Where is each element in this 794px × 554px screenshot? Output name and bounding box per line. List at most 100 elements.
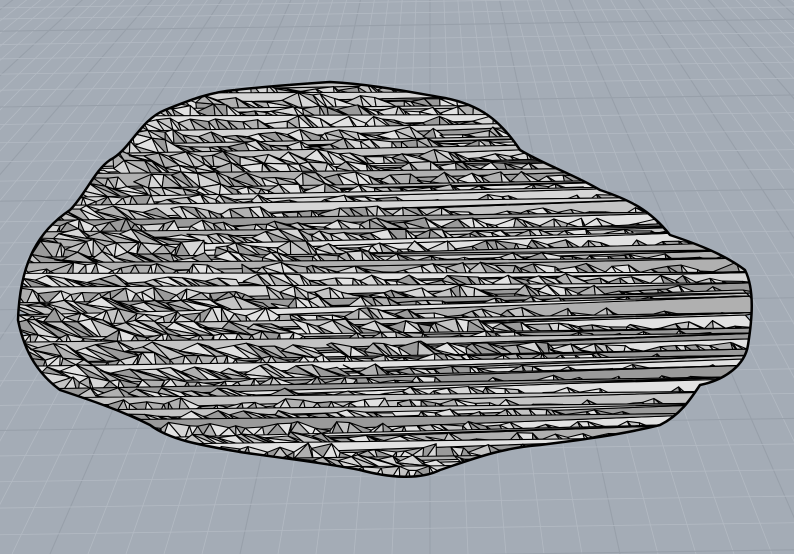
mesh-face (52, 152, 66, 163)
mesh-face (346, 472, 366, 477)
mesh-face (23, 222, 37, 239)
mesh-face (22, 177, 35, 192)
perspective-viewport[interactable] (0, 0, 794, 554)
mesh-face (18, 469, 26, 477)
mesh-face (585, 146, 601, 160)
mesh-face (141, 83, 167, 103)
mesh-face (224, 460, 260, 469)
mesh-face (252, 467, 260, 477)
mesh-face (112, 449, 130, 463)
mesh-face (642, 150, 659, 168)
mesh-face (644, 190, 664, 203)
mesh-face (711, 123, 729, 136)
mesh-face (144, 96, 165, 109)
mesh-face (127, 436, 163, 452)
mesh-face (512, 82, 532, 95)
mesh-face (698, 210, 718, 227)
mesh-face (72, 110, 87, 117)
mesh-face (687, 403, 710, 419)
mesh-face (684, 467, 702, 477)
mesh-face (525, 132, 541, 140)
mesh-face (47, 199, 64, 210)
mesh-face (130, 450, 151, 465)
mesh-face (638, 185, 655, 203)
mesh-face (25, 447, 35, 465)
mesh-face (601, 88, 622, 100)
mesh-face (492, 454, 516, 468)
mesh-face (669, 97, 690, 110)
mesh-face (594, 137, 619, 156)
mesh-face (567, 467, 585, 477)
mesh-face (18, 85, 20, 102)
mesh-face (487, 82, 514, 83)
mesh-face (605, 118, 631, 130)
mesh-face (65, 436, 90, 448)
mesh-face (57, 447, 72, 457)
mesh-face (702, 143, 715, 155)
mesh-face (111, 82, 138, 92)
mesh-face (498, 467, 514, 477)
mesh-face (663, 206, 681, 227)
mesh-face (578, 449, 598, 465)
mesh-face (532, 450, 553, 465)
mesh-face (576, 167, 603, 180)
mesh-face (673, 197, 700, 213)
mesh-face (174, 444, 189, 456)
mesh-face (596, 161, 615, 177)
mesh-face (499, 466, 516, 477)
rock-mesh[interactable] (0, 0, 794, 554)
mesh-face (83, 466, 95, 477)
mesh-face (736, 441, 752, 454)
mesh-face (19, 137, 56, 154)
mesh-face (684, 98, 703, 110)
mesh-face (101, 455, 139, 467)
mesh-face (153, 86, 179, 103)
mesh-face (735, 117, 752, 133)
mesh-face (729, 227, 748, 248)
mesh-face (595, 473, 623, 477)
mesh-face (617, 154, 639, 165)
mesh-face (18, 132, 21, 147)
mesh-face (558, 150, 578, 171)
mesh-face (153, 84, 179, 97)
mesh-face (693, 82, 709, 95)
mesh-face (62, 447, 78, 463)
mesh-face (18, 357, 27, 367)
mesh-face (530, 458, 554, 474)
mesh-face (741, 234, 752, 251)
mesh-face (551, 456, 576, 471)
mesh-face (738, 166, 752, 179)
mesh-face (718, 106, 737, 120)
mesh-face (591, 155, 614, 163)
mesh-face (652, 174, 674, 194)
mesh-face (571, 461, 588, 471)
mesh-face (38, 127, 56, 141)
mesh-face (29, 84, 46, 97)
mesh-face (557, 122, 572, 134)
mesh-face (83, 466, 103, 477)
mesh-face (571, 93, 592, 107)
mesh-face (85, 114, 105, 133)
mesh-face (546, 452, 573, 463)
mesh-face (699, 129, 724, 145)
mesh-face (40, 415, 75, 431)
mesh-face (63, 161, 94, 179)
mesh-face (702, 82, 724, 90)
mesh-face (59, 137, 93, 153)
mesh-face (28, 105, 41, 118)
mesh-face (728, 106, 752, 120)
mesh-face (98, 86, 120, 94)
mesh-face (601, 450, 627, 461)
mesh-face (209, 456, 236, 469)
mesh-face (653, 194, 677, 216)
mesh-face (733, 89, 752, 104)
mesh-face (18, 397, 28, 419)
mesh-face (119, 449, 132, 463)
mesh-face (43, 175, 62, 193)
mesh-face (307, 467, 323, 477)
mesh-face (27, 454, 62, 474)
mesh-face (618, 82, 640, 92)
mesh-face (49, 128, 73, 139)
mesh-face (551, 456, 576, 471)
mesh-face (679, 149, 704, 168)
